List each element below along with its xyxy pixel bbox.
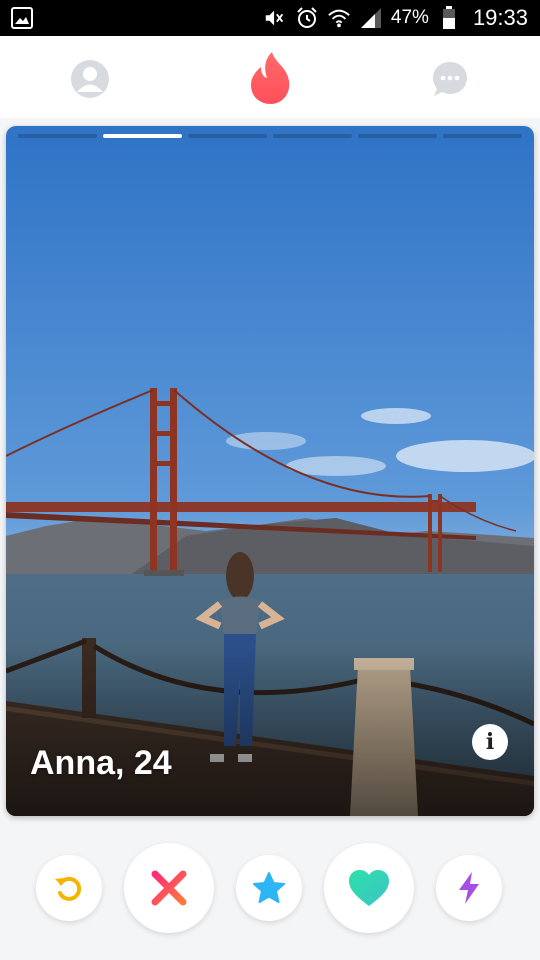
- nope-button[interactable]: [124, 843, 214, 933]
- action-bar: [0, 830, 540, 960]
- photo-indicator[interactable]: [358, 134, 437, 138]
- battery-percent: 47%: [390, 7, 429, 28]
- boost-button[interactable]: [436, 855, 502, 921]
- star-icon: [253, 872, 285, 903]
- bolt-icon: [459, 872, 479, 904]
- info-icon[interactable]: i: [472, 724, 508, 760]
- flame-logo-icon[interactable]: [248, 50, 294, 106]
- photo-indicator[interactable]: [188, 134, 267, 138]
- rewind-icon: [55, 876, 82, 901]
- chat-icon[interactable]: [428, 54, 472, 104]
- super-like-button[interactable]: [236, 855, 302, 921]
- photo-indicator[interactable]: [443, 134, 522, 138]
- profile-name-age: Anna, 24: [30, 744, 172, 782]
- battery-icon: [437, 6, 461, 30]
- photo-indicator[interactable]: [273, 134, 352, 138]
- profile-icon[interactable]: [68, 54, 112, 104]
- photo-indicator[interactable]: [18, 134, 97, 138]
- photo-progress: [18, 134, 522, 138]
- status-bar: 47% 19:33: [0, 0, 540, 36]
- like-button[interactable]: [324, 843, 414, 933]
- wifi-icon: [327, 6, 351, 30]
- profile-card[interactable]: Anna, 24 i: [6, 126, 534, 816]
- signal-icon: [359, 6, 383, 30]
- x-icon: [151, 870, 187, 906]
- clock: 19:33: [472, 5, 528, 30]
- rewind-button[interactable]: [36, 855, 102, 921]
- mute-icon: [263, 6, 287, 30]
- heart-icon: [349, 870, 389, 906]
- alarm-icon: [295, 6, 319, 30]
- profile-photo: [6, 126, 534, 816]
- top-nav: [0, 36, 540, 124]
- gallery-icon: [10, 6, 34, 30]
- photo-indicator-active[interactable]: [103, 134, 182, 138]
